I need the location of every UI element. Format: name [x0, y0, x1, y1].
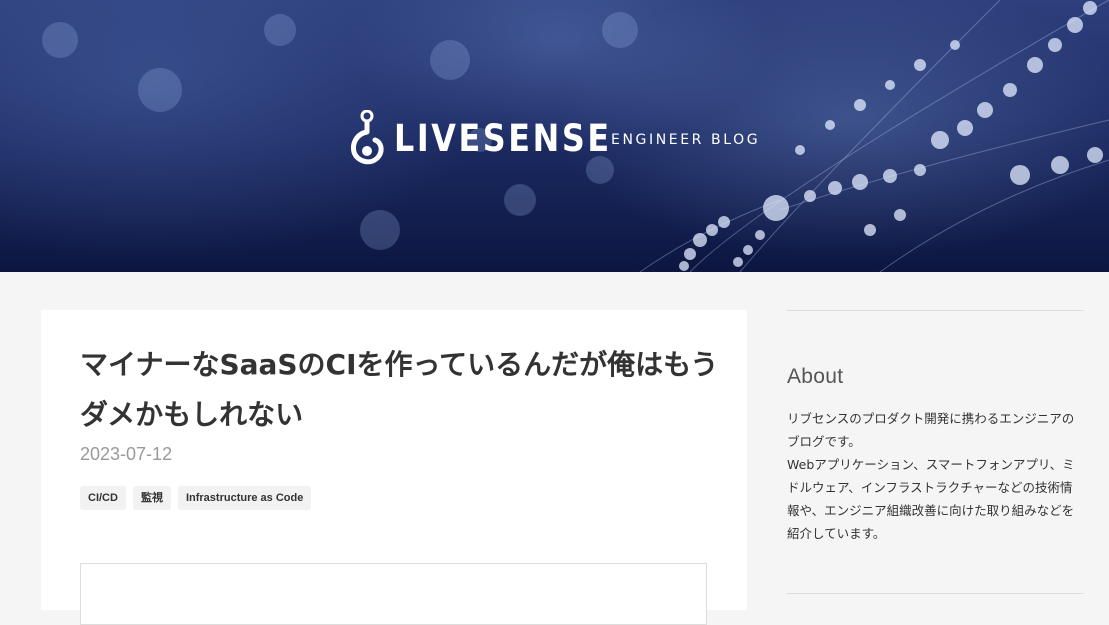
tag-list: CI/CD 監視 Infrastructure as Code — [80, 486, 312, 510]
blog-header: LIVESENSE ENGINEER BLOG — [0, 0, 1109, 272]
article-content-box — [80, 563, 707, 625]
about-text-line-2: Webアプリケーション、スマートフォンアプリ、ミドルウェア、インフラストラクチャ… — [787, 457, 1075, 541]
sidebar-divider-bottom — [787, 593, 1084, 594]
brand[interactable]: LIVESENSE — [350, 108, 647, 168]
tag-infrastructure-as-code[interactable]: Infrastructure as Code — [177, 486, 312, 510]
tag-monitoring[interactable]: 監視 — [132, 486, 171, 510]
brand-name: LIVESENSE — [394, 116, 612, 160]
tag-ci-cd[interactable]: CI/CD — [80, 486, 126, 510]
brand-subtitle: ENGINEER BLOG — [611, 132, 761, 148]
sidebar-divider — [787, 310, 1084, 311]
article-title: マイナーなSaaSのCIを作っているんだが俺はもうダメかもしれない — [80, 348, 719, 431]
sidebar: About リブセンスのプロダクト開発に携わるエンジニアのブログです。 Webア… — [787, 310, 1084, 594]
about-text: リブセンスのプロダクト開発に携わるエンジニアのブログです。 Webアプリケーショ… — [787, 407, 1084, 545]
about-text-line-1: リブセンスのプロダクト開発に携わるエンジニアのブログです。 — [787, 411, 1075, 449]
article-date: 2023-07-12 — [80, 444, 173, 464]
livesense-hook-logo-icon — [351, 110, 384, 165]
article-card: マイナーなSaaSのCIを作っているんだが俺はもうダメかもしれない 2023-0… — [41, 310, 747, 625]
about-heading: About — [787, 365, 844, 388]
